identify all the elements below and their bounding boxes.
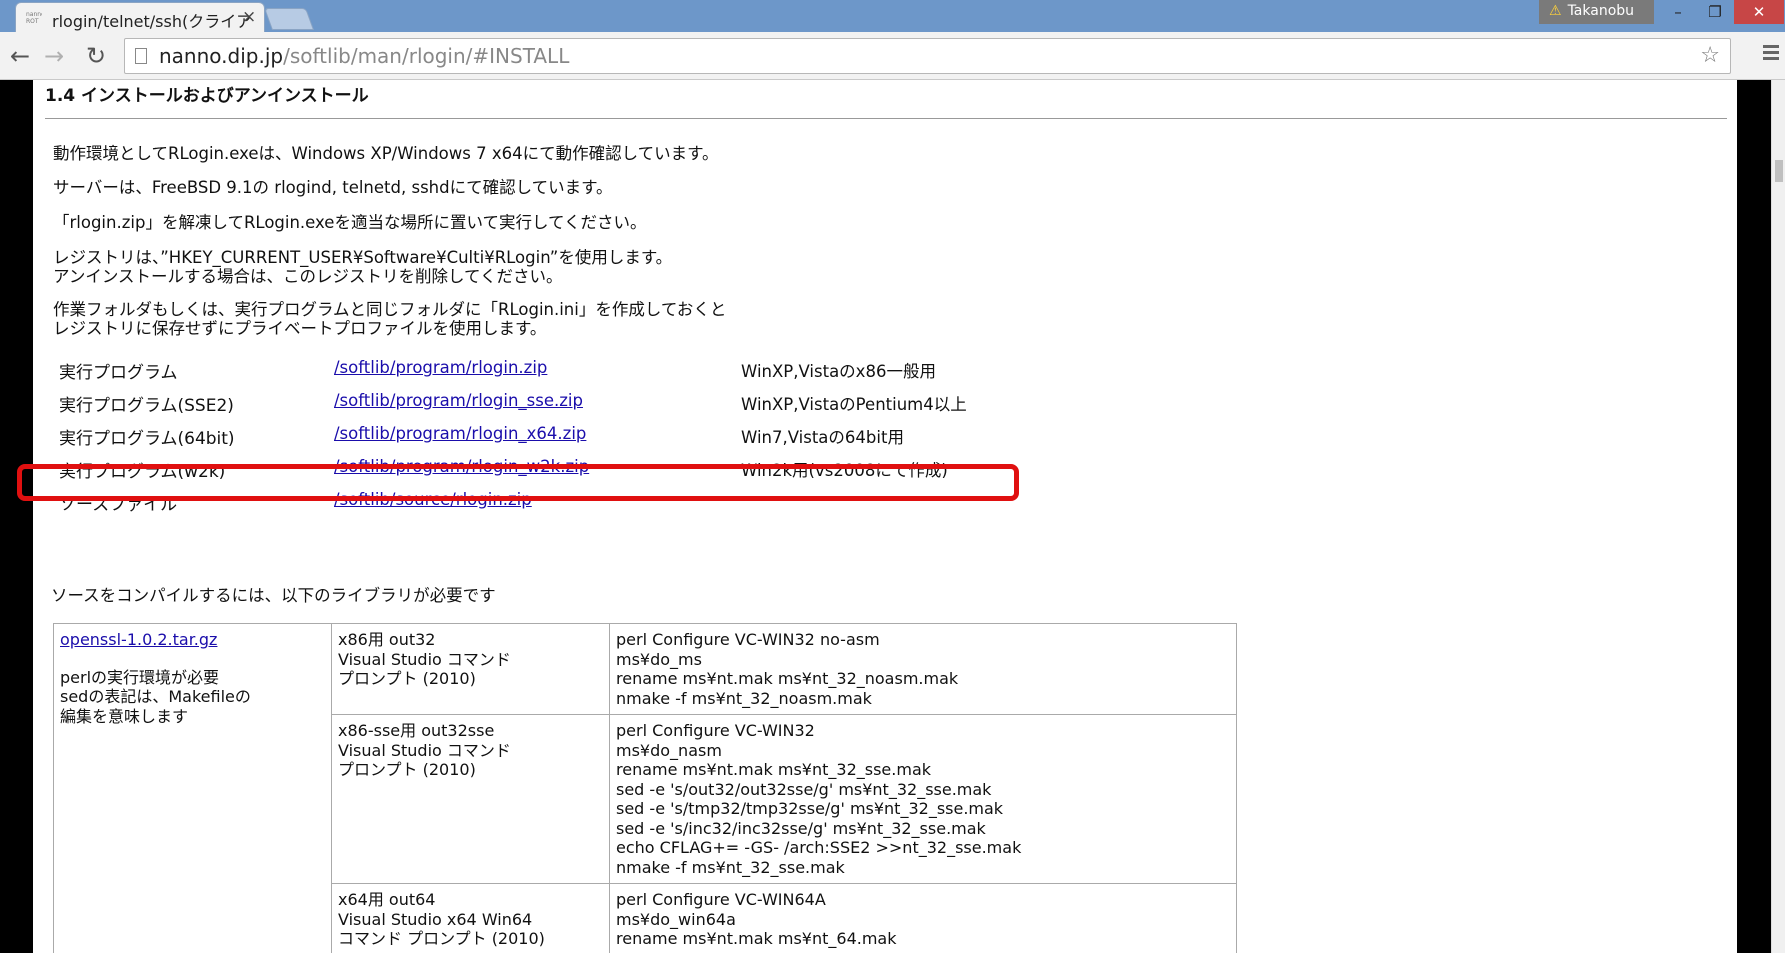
tab-active[interactable]: nanno ROT rlogin/telnet/ssh(クライア × [15,2,265,32]
download-link[interactable]: /softlib/program/rlogin.zip [334,358,547,377]
profile-name: Takanobu [1567,3,1635,19]
download-row: 実行プログラム(64bit) /softlib/program/rlogin_x… [33,421,1033,450]
highlight-annotation [17,464,1019,501]
new-tab-button[interactable] [263,8,315,30]
maximize-button[interactable]: ❐ [1697,0,1733,24]
download-name: 実行プログラム [59,363,178,383]
table-row: openssl-1.0.2.tar.gz perlの実行環境が必要 sedの表記… [53,623,1237,953]
download-name: 実行プログラム(64bit) [59,429,235,449]
browser-toolbar: ← → ↻ nanno.dip.jp/softlib/man/rlogin/#I… [0,32,1785,80]
paragraph: サーバーは、FreeBSD 9.1の rlogind, telnetd, ssh… [53,178,613,197]
build-commands: perl Configure VC-WIN32 no-asm ms¥do_ms … [609,623,1237,715]
build-commands: perl Configure VC-WIN64A ms¥do_win64a re… [609,883,1237,953]
tab-title: rlogin/telnet/ssh(クライア [52,12,250,31]
scrollbar-thumb[interactable] [1775,160,1783,182]
download-link[interactable]: /softlib/program/rlogin_sse.zip [334,391,583,410]
library-description: perlの実行環境が必要 sedの表記は、Makefileの 編集を意味します [60,667,251,726]
download-row: 実行プログラム /softlib/program/rlogin.zip WinX… [33,355,1033,384]
page-icon [135,48,147,64]
download-note: WinXP,VistaのPentium4以上 [741,395,967,414]
divider [45,118,1727,119]
download-note: WinXP,Vistaのx86一般用 [741,362,936,381]
bookmark-star-icon[interactable]: ☆ [1700,43,1720,68]
download-row: 実行プログラム(SSE2) /softlib/program/rlogin_ss… [33,388,1033,417]
url-path: /softlib/man/rlogin/#INSTALL [283,44,570,68]
build-target: x86-sse用 out32sse Visual Studio コマンド プロン… [331,714,610,884]
download-name: 実行プログラム(SSE2) [59,396,234,416]
title-bar: nanno ROT rlogin/telnet/ssh(クライア × ⚠ Taka… [0,0,1785,32]
close-window-button[interactable]: ✕ [1734,0,1784,24]
menu-icon[interactable] [1763,45,1779,63]
url-host: nanno.dip.jp [159,44,284,68]
warning-icon: ⚠ [1549,3,1562,19]
paragraph: 動作環境としてRLogin.exeは、Windows XP/Windows 7 … [53,144,719,163]
section-title: 1.4 インストールおよびアンインストール [45,86,369,106]
download-note: Win7,Vistaの64bit用 [741,428,904,447]
library-link[interactable]: openssl-1.0.2.tar.gz [60,630,325,650]
reload-button[interactable]: ↻ [86,42,106,70]
paragraph: 作業フォルダもしくは、実行プログラムと同じフォルダに「RLogin.ini」を作… [53,300,727,338]
build-target: x86用 out32 Visual Studio コマンド プロンプト (201… [331,623,610,715]
profile-button[interactable]: ⚠ Takanobu [1539,0,1654,24]
build-target: x64用 out64 Visual Studio x64 Win64 コマンド … [331,883,610,953]
vertical-scrollbar[interactable] [1771,80,1785,953]
minimize-button[interactable]: – [1660,0,1696,24]
address-bar[interactable]: nanno.dip.jp/softlib/man/rlogin/#INSTALL… [124,38,1731,74]
paragraph: レジストリは、”HKEY_CURRENT_USER¥Software¥Culti… [53,248,673,286]
compile-note: ソースをコンパイルするには、以下のライブラリが必要です [51,586,496,605]
tab-close-icon[interactable]: × [242,7,256,27]
paragraph: 「rlogin.zip」を解凍してRLogin.exeを適当な場所に置いて実行し… [53,213,647,232]
page-content: 1.4 インストールおよびアンインストール 動作環境としてRLogin.exeは… [17,80,1737,953]
library-cell: openssl-1.0.2.tar.gz perlの実行環境が必要 sedの表記… [53,623,332,953]
back-button[interactable]: ← [10,42,30,70]
library-table: openssl-1.0.2.tar.gz perlの実行環境が必要 sedの表記… [53,623,1237,953]
build-commands: perl Configure VC-WIN32 ms¥do_nasm renam… [609,714,1237,884]
download-link[interactable]: /softlib/program/rlogin_x64.zip [334,424,586,443]
site-favicon-icon: nanno ROT [26,11,42,25]
forward-button[interactable]: → [44,42,64,70]
url-text: nanno.dip.jp/softlib/man/rlogin/#INSTALL [159,44,569,68]
page-viewport: 1.4 インストールおよびアンインストール 動作環境としてRLogin.exeは… [0,80,1771,953]
